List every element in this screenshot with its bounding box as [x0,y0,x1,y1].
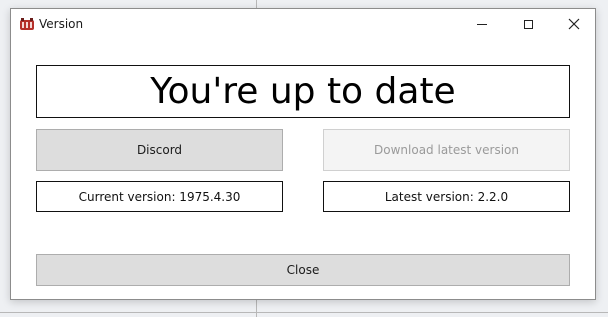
minimize-icon [477,23,487,25]
download-latest-button[interactable]: Download latest version [323,129,570,171]
current-version-label: Current version: 1975.4.30 [36,181,283,212]
close-icon [568,15,580,34]
close-button[interactable]: Close [36,254,570,286]
update-status-text: You're up to date [150,70,456,112]
update-status-panel: You're up to date [36,65,570,118]
version-dialog: Version You're up to date Discord Downlo… [10,8,596,300]
background-divider [0,312,608,313]
title-bar[interactable]: Version [11,9,595,39]
latest-version-label: Latest version: 2.2.0 [323,181,570,212]
app-logo-icon [19,17,35,31]
discord-button[interactable]: Discord [36,129,283,171]
maximize-icon [523,19,533,29]
maximize-button[interactable] [505,9,551,39]
minimize-button[interactable] [459,9,505,39]
close-window-button[interactable] [551,9,597,39]
window-title: Version [39,17,84,31]
